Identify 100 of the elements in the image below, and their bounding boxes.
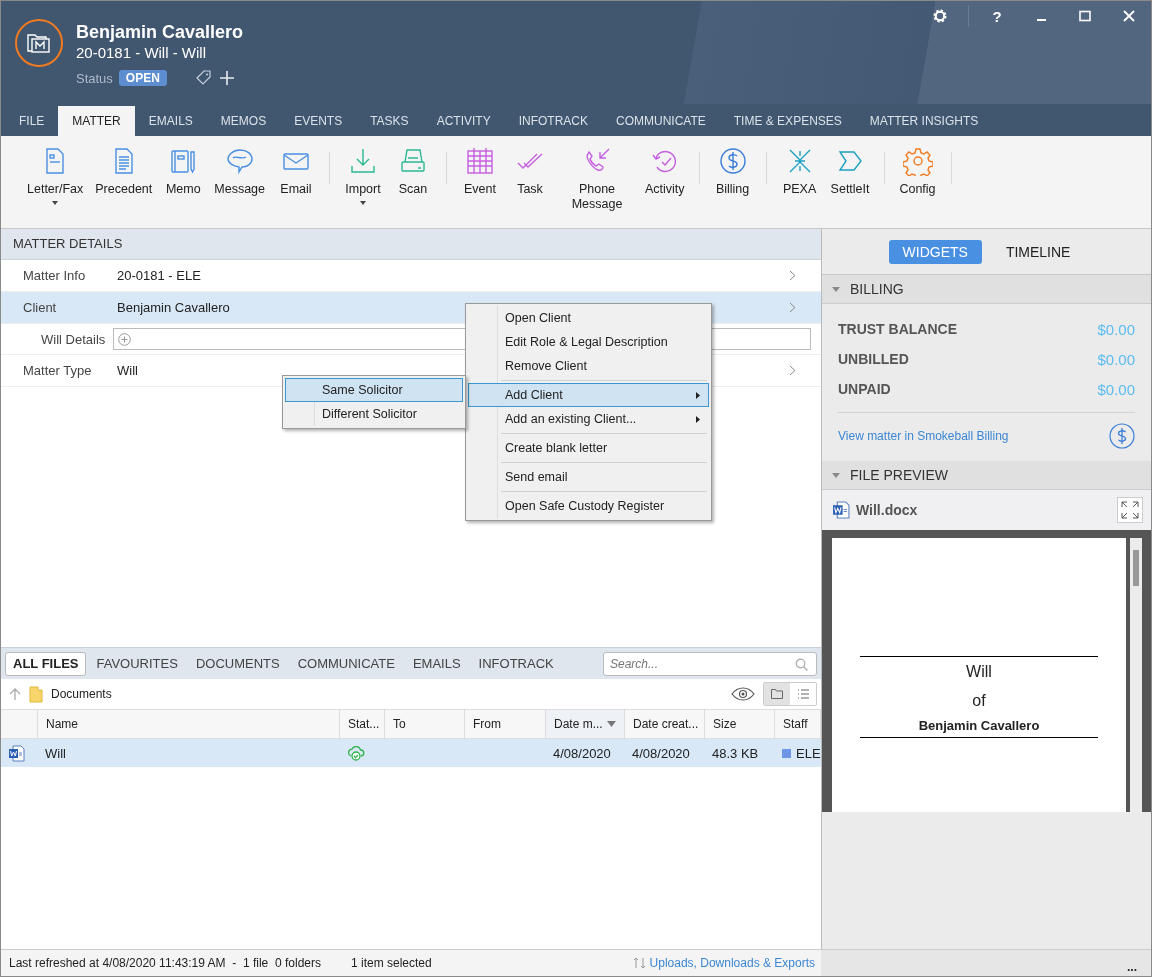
ribbon-button[interactable]: Phone Message xyxy=(555,146,639,212)
expand-button[interactable] xyxy=(1117,497,1143,523)
gear-icon xyxy=(932,8,948,24)
column-header[interactable]: Stat... xyxy=(340,710,385,738)
menu-tab[interactable]: FILE xyxy=(5,106,59,136)
table-cell-text: 48.3 KB xyxy=(711,744,760,763)
menu-item[interactable]: Send email xyxy=(468,465,709,489)
ribbon-button[interactable]: Scan xyxy=(388,146,438,197)
submenu-arrow-icon xyxy=(696,391,700,399)
menu-item[interactable]: Create blank letter xyxy=(468,436,709,460)
search-field[interactable]: Search... xyxy=(603,651,817,676)
gear-icon xyxy=(902,146,933,176)
expand-icon xyxy=(1121,501,1139,519)
field-label: Will Details xyxy=(41,331,107,347)
menu-tab[interactable]: TASKS xyxy=(356,106,423,136)
document-text: of xyxy=(971,691,987,711)
detail-value: Benjamin Cavallero xyxy=(117,300,231,315)
ribbon-button[interactable]: Email xyxy=(271,146,321,197)
ribbon-button[interactable]: Message xyxy=(208,146,271,197)
client-name: Benjamin Cavallero xyxy=(76,21,244,43)
speech-bubble-icon xyxy=(224,146,255,176)
more-button[interactable]: ... xyxy=(1127,962,1137,972)
table-cell-text: 4/08/2020 xyxy=(552,744,612,763)
ribbon-button[interactable]: Event xyxy=(455,146,505,197)
menu-tab[interactable]: EVENTS xyxy=(280,106,357,136)
scrollbar[interactable] xyxy=(1130,538,1142,812)
transfer-arrows-icon xyxy=(632,957,646,969)
ribbon-button[interactable]: Billing xyxy=(707,146,758,197)
menu-item[interactable]: Remove Client xyxy=(468,354,709,378)
list-icon xyxy=(797,688,809,700)
selection-count: 1 item selected xyxy=(351,956,432,970)
menu-tab[interactable]: MEMOS xyxy=(206,106,281,136)
menu-tab[interactable]: ACTIVITY xyxy=(422,106,505,136)
billing-amount: $0.00 xyxy=(1097,350,1135,368)
menu-tab[interactable]: INFOTRACK xyxy=(504,106,602,136)
section-header[interactable]: FILE PREVIEW xyxy=(822,461,1151,490)
filter-tab[interactable]: EMAILS xyxy=(404,651,469,676)
menu-item[interactable]: Different Solicitor xyxy=(285,402,463,426)
maximize-icon xyxy=(1079,10,1091,22)
caret-icon xyxy=(52,201,59,205)
close-icon xyxy=(1123,10,1135,22)
billing-label: UNBILLED xyxy=(838,351,909,367)
ribbon-button[interactable]: Memo xyxy=(158,146,209,197)
dollar-icon[interactable] xyxy=(1109,423,1135,449)
uploads-link[interactable]: Uploads, Downloads & Exports xyxy=(649,956,815,970)
eye-icon[interactable] xyxy=(731,686,755,702)
menu-item[interactable]: Add Client xyxy=(468,383,709,407)
filter-tab[interactable]: ALL FILES xyxy=(5,651,87,676)
section-header[interactable]: BILLING xyxy=(822,275,1151,304)
chevron-icon xyxy=(789,302,796,313)
menu-item[interactable]: Edit Role & Legal Description xyxy=(468,330,709,354)
filter-tab[interactable]: INFOTRACK xyxy=(470,651,562,676)
menu-item[interactable]: Add an existing Client... xyxy=(468,407,709,431)
dollar-icon xyxy=(717,146,748,176)
filter-tab[interactable]: FAVOURITES xyxy=(88,651,186,676)
menu-tab[interactable]: TIME & EXPENSES xyxy=(719,106,856,136)
ribbon-button[interactable]: Letter/Fax xyxy=(21,146,90,205)
ribbon-button[interactable]: SettleIt xyxy=(824,146,876,197)
help-button[interactable]: ? xyxy=(975,1,1019,31)
ribbon-button[interactable]: Task xyxy=(505,146,555,197)
column-header[interactable]: To xyxy=(385,710,465,738)
menu-tab[interactable]: MATTER INSIGHTS xyxy=(855,106,993,136)
billing-label: TRUST BALANCE xyxy=(838,321,957,337)
folder-icon xyxy=(771,689,783,699)
chevron-icon xyxy=(789,270,796,281)
word-document-icon xyxy=(8,744,25,762)
column-header[interactable]: Date creat... xyxy=(625,710,705,738)
search-icon xyxy=(795,657,808,671)
ribbon-button[interactable]: PEXA xyxy=(774,146,825,197)
document-title: Will xyxy=(965,662,993,682)
detail-label: Matter Type xyxy=(23,363,93,378)
menu-item[interactable]: Open Safe Custody Register xyxy=(468,494,709,518)
caret-icon xyxy=(832,472,840,478)
column-header[interactable]: Date m... xyxy=(546,710,625,738)
status-text: Last refreshed at 4/08/2020 11:43:19 AM - 1 file 0 folders xyxy=(9,956,321,970)
download-icon xyxy=(348,146,378,176)
folder-name[interactable]: Documents xyxy=(51,687,112,701)
column-header[interactable]: Name xyxy=(38,710,340,738)
ribbon-button[interactable]: Import xyxy=(338,146,388,205)
sort-arrow-icon xyxy=(607,721,616,727)
menu-tab[interactable]: MATTER xyxy=(58,106,135,136)
caret-icon xyxy=(832,286,840,292)
filter-tab[interactable]: COMMUNICATE xyxy=(289,651,403,676)
detail-value: 20-0181 - ELE xyxy=(117,268,202,283)
chevron-icon xyxy=(789,365,796,376)
file-row[interactable]: Will 4/08/2020 4/08/2020 48.3 KB ELE xyxy=(1,739,821,767)
tag-icon[interactable] xyxy=(194,69,213,87)
menu-tab[interactable]: COMMUNICATE xyxy=(602,106,720,136)
folder-view-button[interactable] xyxy=(764,683,790,705)
menu-item[interactable]: Same Solicitor xyxy=(285,378,463,402)
ribbon-button[interactable]: Config xyxy=(892,146,943,197)
ribbon-button[interactable]: Precedent xyxy=(89,146,159,197)
menu-tab[interactable]: EMAILS xyxy=(134,106,207,136)
plus-icon[interactable] xyxy=(218,70,235,86)
panel-tab[interactable]: TIMELINE xyxy=(991,239,1085,264)
column-header[interactable]: Staff xyxy=(775,710,821,738)
file-name: Will.docx xyxy=(856,502,918,518)
column-header[interactable]: Size xyxy=(705,710,775,738)
filter-tab[interactable]: DOCUMENTS xyxy=(187,651,288,676)
ribbon-button[interactable]: Activity xyxy=(639,146,691,197)
